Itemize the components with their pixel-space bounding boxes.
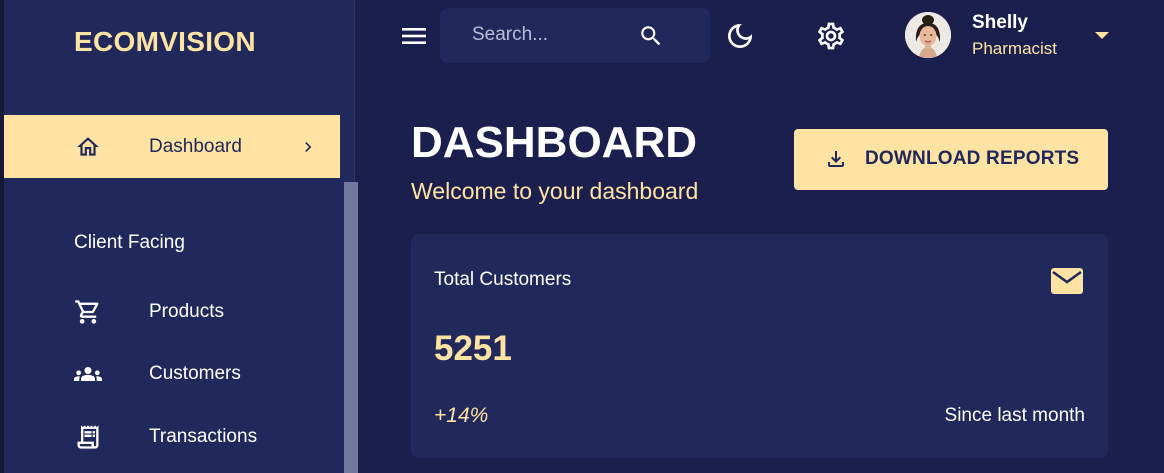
menu-icon[interactable] — [401, 24, 427, 48]
sidebar-section-client-facing: Client Facing — [74, 232, 185, 253]
sidebar-item-label: Transactions — [149, 425, 258, 447]
stat-card-change: +14% — [434, 404, 489, 427]
stat-card-since: Since last month — [944, 405, 1085, 426]
groups-icon — [74, 360, 102, 388]
page-subtitle: Welcome to your dashboard — [411, 178, 699, 204]
settings-gear-icon[interactable] — [815, 20, 847, 52]
sidebar-item-label: Dashboard — [149, 135, 242, 157]
search-icon[interactable] — [638, 23, 664, 49]
sidebar-scrollbar[interactable] — [344, 182, 358, 473]
home-icon — [74, 133, 102, 161]
email-icon — [1050, 267, 1084, 295]
receipt-icon — [74, 423, 102, 451]
sidebar-item-label: Customers — [149, 362, 241, 384]
download-icon — [824, 147, 848, 171]
dark-mode-icon[interactable] — [724, 20, 756, 52]
avatar[interactable] — [905, 12, 951, 58]
download-reports-button[interactable]: DOWNLOAD REPORTS — [794, 129, 1108, 190]
stat-card-value: 5251 — [434, 329, 512, 368]
download-reports-label: DOWNLOAD REPORTS — [865, 148, 1080, 169]
stat-card-title: Total Customers — [434, 269, 572, 290]
sidebar-item-products[interactable]: Products — [4, 280, 340, 343]
search-input[interactable] — [472, 22, 642, 48]
user-name[interactable]: Shelly — [972, 12, 1028, 34]
stat-card-total-customers: Total Customers 5251 +14% Since last mon… — [411, 234, 1108, 458]
cart-icon — [74, 298, 102, 326]
arrow-drop-down-icon[interactable] — [1092, 28, 1112, 42]
user-role: Pharmacist — [972, 39, 1058, 58]
search-box — [440, 8, 710, 63]
sidebar-item-dashboard[interactable]: Dashboard — [4, 115, 340, 178]
sidebar-item-customers[interactable]: Customers — [4, 342, 340, 405]
sidebar-item-transactions[interactable]: Transactions — [4, 405, 340, 468]
page-title: DASHBOARD — [411, 118, 697, 167]
chevron-right-icon — [298, 137, 318, 157]
sidebar: ECOMVISION Dashboard Client Facing Produ… — [0, 0, 358, 473]
brand-logo: ECOMVISION — [74, 26, 256, 57]
sidebar-item-label: Products — [149, 300, 224, 322]
